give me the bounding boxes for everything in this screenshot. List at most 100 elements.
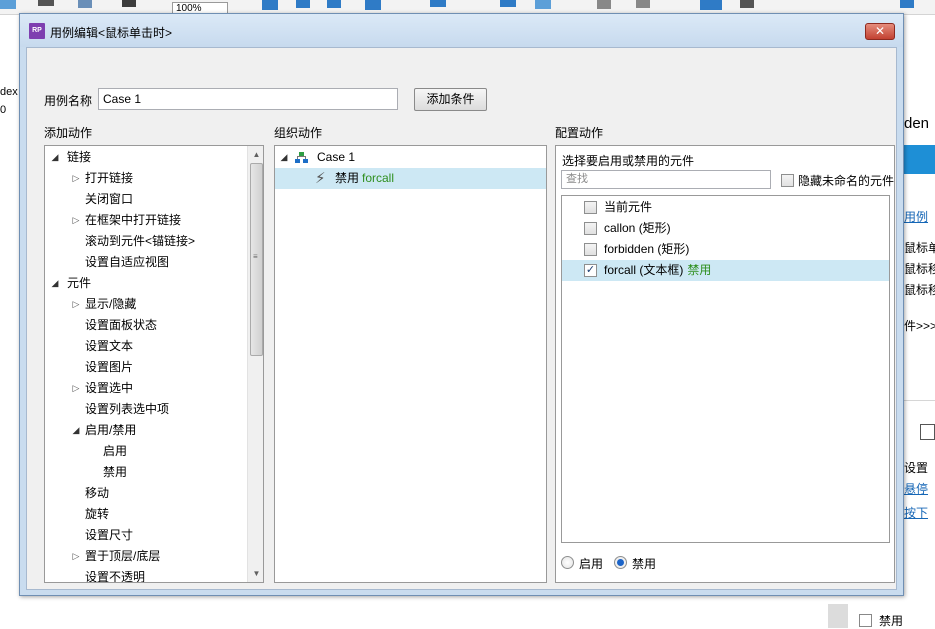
action-tree-item[interactable]: 关闭窗口: [45, 189, 248, 210]
toolbar-icon[interactable]: [700, 0, 722, 10]
inspector-event[interactable]: 鼠标移出: [904, 281, 935, 298]
lightning-icon: ⚡: [315, 170, 326, 187]
action-tree-label: 设置文本: [85, 339, 134, 353]
toolbar-icon[interactable]: [430, 0, 446, 7]
widget-checkbox[interactable]: [584, 201, 597, 214]
widget-row[interactable]: forbidden (矩形): [562, 239, 889, 260]
action-tree-item[interactable]: 设置自适应视图: [45, 252, 248, 273]
collapsed-arrow-icon[interactable]: ▷: [71, 378, 81, 399]
action-tree-item[interactable]: 禁用: [45, 462, 248, 483]
action-tree-item[interactable]: ▷ 显示/隐藏: [45, 294, 248, 315]
action-tree-label: 启用: [103, 444, 128, 458]
action-tree-item[interactable]: ▷ 置于顶层/底层: [45, 546, 248, 567]
enable-radio[interactable]: [561, 556, 574, 569]
close-button[interactable]: ✕: [865, 23, 895, 40]
disable-radio-label: 禁用: [632, 557, 657, 571]
lock-icon[interactable]: [597, 0, 611, 9]
background-left-strip: dex 0: [0, 84, 20, 124]
widget-row[interactable]: ✓ forcall (文本框) 禁用: [562, 260, 889, 281]
grip-icon: ≡: [253, 252, 258, 261]
disable-radio[interactable]: [614, 556, 627, 569]
toolbar-icon[interactable]: [296, 0, 310, 8]
collapsed-arrow-icon[interactable]: ▷: [71, 294, 81, 315]
toolbar-icon[interactable]: [740, 0, 754, 8]
hide-unnamed-label: 隐藏未命名的元件: [798, 174, 895, 188]
inspector-setting-label: 设置: [904, 461, 929, 475]
widget-row[interactable]: callon (矩形): [562, 218, 889, 239]
action-tree-label: 在框架中打开链接: [85, 213, 182, 227]
action-tree-label: 关闭窗口: [85, 192, 134, 206]
action-tree-item[interactable]: ◢ 链接: [45, 147, 248, 168]
case-name-label: 用例名称: [44, 94, 93, 108]
action-tree-item[interactable]: 旋转: [45, 504, 248, 525]
widget-label: forbidden (矩形): [604, 239, 689, 260]
expanded-arrow-icon[interactable]: ◢: [279, 147, 289, 168]
action-tree-item[interactable]: 设置图片: [45, 357, 248, 378]
collapsed-arrow-icon[interactable]: ▷: [71, 210, 81, 231]
action-tree-item[interactable]: ◢ 启用/禁用: [45, 420, 248, 441]
organize-action-tree: ◢ Case 1 ⚡ 禁用 forcall: [274, 145, 547, 583]
toolbar-icon[interactable]: [535, 0, 551, 9]
scroll-up-arrow-icon[interactable]: ▲: [248, 146, 263, 163]
toolbar-icon[interactable]: [365, 0, 381, 10]
toolbar-icon[interactable]: [500, 0, 516, 7]
toolbar-icon[interactable]: [78, 0, 92, 8]
inspector-more[interactable]: 件>>>: [904, 317, 935, 334]
widget-checkbox[interactable]: [584, 222, 597, 235]
action-tree-label: 设置图片: [85, 360, 134, 374]
action-tree-item[interactable]: ▷ 在框架中打开链接: [45, 210, 248, 231]
action-node[interactable]: ⚡ 禁用 forcall: [275, 168, 546, 189]
toolbar-icon[interactable]: [38, 0, 54, 6]
action-tree-label: 禁用: [103, 465, 128, 479]
action-tree-item[interactable]: ◢ 元件: [45, 273, 248, 294]
widget-checkbox[interactable]: [584, 243, 597, 256]
hide-unnamed-checkbox[interactable]: [781, 174, 794, 187]
inspector-press-link[interactable]: 按下: [904, 504, 928, 521]
scroll-down-arrow-icon[interactable]: ▼: [248, 565, 263, 582]
tree-scrollbar[interactable]: ▲ ≡ ▼: [247, 146, 263, 582]
toolbar-icon[interactable]: [122, 0, 136, 7]
left-strip-text: dex: [0, 86, 18, 98]
action-tree-item[interactable]: 设置文本: [45, 336, 248, 357]
collapsed-arrow-icon[interactable]: ▷: [71, 168, 81, 189]
checked-checkbox[interactable]: ✓: [584, 264, 597, 277]
action-tree-item[interactable]: 移动: [45, 483, 248, 504]
action-tree-item[interactable]: 滚动到元件<锚链接>: [45, 231, 248, 252]
action-tree-item[interactable]: 启用: [45, 441, 248, 462]
add-condition-button[interactable]: 添加条件: [414, 88, 487, 111]
action-tree-label: 启用/禁用: [85, 423, 137, 437]
disabled-checkbox[interactable]: [859, 614, 872, 627]
case-flow-icon: [295, 152, 308, 163]
case-node[interactable]: ◢ Case 1: [275, 147, 546, 168]
toolbar-icon[interactable]: [262, 0, 278, 10]
background-checkbox[interactable]: [920, 424, 935, 440]
expanded-arrow-icon[interactable]: ◢: [71, 420, 81, 441]
inspector-tab-bar[interactable]: [904, 145, 935, 174]
action-tree-item[interactable]: 设置面板状态: [45, 315, 248, 336]
action-tree-item[interactable]: ▷ 打开链接: [45, 168, 248, 189]
inspector-case-link[interactable]: 用例: [904, 208, 928, 225]
toolbar-icon[interactable]: [0, 0, 16, 9]
expanded-arrow-icon[interactable]: ◢: [50, 273, 60, 294]
widget-label: forcall (文本框) 禁用: [604, 260, 711, 281]
toolbar-icon[interactable]: [327, 0, 341, 8]
toolbar-icon[interactable]: [900, 0, 914, 8]
scroll-thumb[interactable]: ≡: [250, 163, 263, 356]
inspector-hover-link[interactable]: 悬停: [904, 480, 928, 497]
widget-row[interactable]: 当前元件: [562, 197, 889, 218]
dialog-title: 用例编辑<鼠标单击时>: [50, 26, 173, 40]
action-tree-item[interactable]: ▷ 设置选中: [45, 378, 248, 399]
action-tree-item[interactable]: 设置尺寸: [45, 525, 248, 546]
inspector-event[interactable]: 鼠标单击: [904, 239, 935, 256]
expanded-arrow-icon[interactable]: ◢: [50, 147, 60, 168]
configure-subtitle: 选择要启用或禁用的元件: [562, 154, 695, 168]
widget-search-input[interactable]: 查找: [561, 170, 771, 189]
toolbar-icon[interactable]: [636, 0, 650, 8]
dialog-titlebar[interactable]: RP 用例编辑<鼠标单击时> ✕: [20, 14, 903, 47]
inspector-event[interactable]: 鼠标移入: [904, 260, 935, 277]
action-tree-item[interactable]: 设置不透明: [45, 567, 248, 582]
action-tree-item[interactable]: 设置列表选中项: [45, 399, 248, 420]
action-tree-label: 移动: [85, 486, 110, 500]
collapsed-arrow-icon[interactable]: ▷: [71, 546, 81, 567]
case-name-input[interactable]: Case 1: [98, 88, 398, 110]
